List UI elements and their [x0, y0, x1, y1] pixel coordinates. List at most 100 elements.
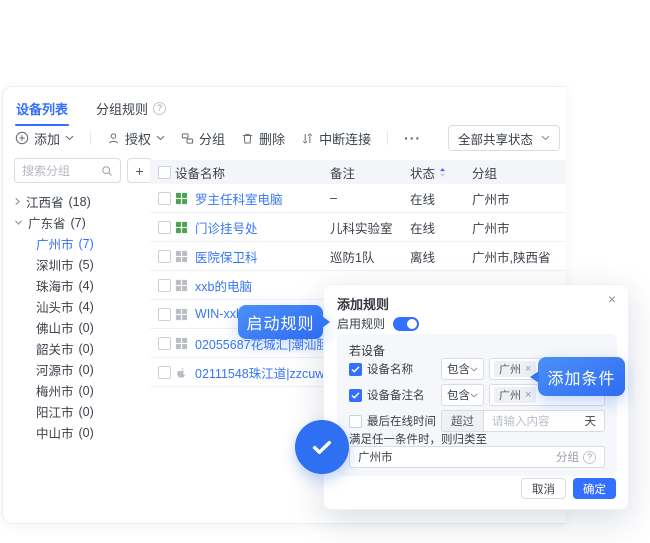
operator-select[interactable]: 包含 [441, 358, 484, 380]
condition-label: 设备名称 [367, 361, 441, 377]
chevron-down-icon [14, 219, 23, 226]
operator-segment: 超过 [442, 411, 484, 431]
device-name-link[interactable]: xxb的电脑 [195, 276, 252, 295]
sidebar-item-jiangxi[interactable]: 江西省(18) [14, 191, 144, 212]
sidebar-item-zhongshan[interactable]: 中山市(0) [14, 422, 144, 443]
row-checkbox[interactable] [158, 337, 171, 350]
delete-button-label: 删除 [259, 129, 285, 148]
device-status: 在线 [410, 213, 435, 241]
last-online-input[interactable]: 超过 请输入内容 天 [441, 410, 605, 432]
sidebar-item-shaoguan[interactable]: 韶关市(0) [14, 338, 144, 359]
help-icon: ? [153, 102, 166, 115]
condition-label: 最后在线时间 [367, 413, 441, 429]
row-checkbox[interactable] [158, 366, 171, 379]
sidebar-item-guangdong[interactable]: 广东省(7) [14, 212, 144, 233]
help-icon: ? [583, 451, 596, 464]
last-online-checkbox[interactable] [349, 415, 362, 428]
add-condition-tooltip: 添加条件 [538, 357, 625, 396]
windows-icon [175, 337, 188, 350]
add-group-button[interactable]: + [127, 158, 152, 183]
classify-label: 满足任一条件时，则归类至 [349, 431, 487, 447]
plus-circle-icon [15, 131, 29, 145]
device-note: 巡防1队 [330, 242, 374, 270]
group-tree: 江西省(18) 广东省(7) 广州市(7) 深圳市(5) 珠海市(4) 汕头市(… [14, 191, 144, 443]
share-status-filter[interactable]: 全部共享状态 [448, 125, 560, 151]
sidebar-item-guangzhou[interactable]: 广州市(7) [14, 233, 144, 254]
chevron-down-icon [470, 393, 478, 398]
device-note: – [330, 184, 337, 212]
sidebar-item-yangjiang[interactable]: 阳江市(0) [14, 401, 144, 422]
group-button-label: 分组 [199, 129, 225, 148]
table-row[interactable]: 医院保卫科 巡防1队 离线 广州市,陕西省 [150, 242, 566, 271]
table-row[interactable]: 门诊挂号处 儿科实验室 在线 广州市 [150, 213, 566, 242]
toolbar-divider [90, 131, 91, 145]
add-rule-modal: 添加规则 × 启用规则 若设备 设备名称 包含 广州× 科室电脑× [323, 284, 629, 510]
windows-icon [175, 279, 188, 292]
table-row[interactable]: 罗主任科室电脑 – 在线 广州市 [150, 184, 566, 213]
row-checkbox[interactable] [158, 192, 171, 205]
close-icon[interactable]: × [608, 291, 616, 307]
chevron-down-icon [156, 135, 165, 141]
group-search-placeholder: 搜索分组 [22, 162, 97, 179]
windows-icon [175, 192, 188, 205]
toolbar-divider [387, 131, 388, 145]
sidebar-item-foshan[interactable]: 佛山市(0) [14, 317, 144, 338]
confirm-button[interactable]: 确定 [573, 478, 616, 499]
more-icon: ··· [404, 130, 421, 146]
row-checkbox[interactable] [158, 308, 171, 321]
sidebar-item-zhuhai[interactable]: 珠海市(4) [14, 275, 144, 296]
select-all-checkbox[interactable] [158, 166, 171, 179]
enable-rule-row: 启用规则 [337, 315, 419, 332]
device-note-checkbox[interactable] [349, 389, 362, 402]
disconnect-button[interactable]: 中断连接 [301, 129, 371, 148]
device-name-link[interactable]: 门诊挂号处 [195, 218, 258, 237]
authorize-button[interactable]: 授权 [107, 129, 165, 148]
condition-last-online: 最后在线时间 超过 请输入内容 天 [349, 410, 605, 432]
row-checkbox[interactable] [158, 279, 171, 292]
sidebar-item-shantou[interactable]: 汕头市(4) [14, 296, 144, 317]
enable-rule-toggle[interactable] [393, 317, 419, 331]
authorize-button-label: 授权 [125, 129, 151, 148]
classify-group-input[interactable]: 广州市 分组 ? [349, 446, 605, 468]
share-status-filter-value: 全部共享状态 [458, 129, 533, 148]
cancel-button[interactable]: 取消 [521, 478, 566, 499]
tag-close-icon[interactable]: × [525, 389, 531, 401]
table-header: 设备名称 备注 状态 分组 [150, 160, 566, 184]
tab-group-rules[interactable]: 分组规则 ? [95, 95, 167, 126]
more-button[interactable]: ··· [404, 130, 421, 146]
chevron-right-icon [14, 197, 21, 206]
operator-select[interactable]: 包含 [441, 384, 484, 406]
sidebar-item-shenzhen[interactable]: 深圳市(5) [14, 254, 144, 275]
device-name-link[interactable]: WIN-xxb [195, 307, 243, 321]
windows-icon [175, 221, 188, 234]
check-badge [295, 420, 349, 474]
sidebar-item-heyuan[interactable]: 河源市(0) [14, 359, 144, 380]
tab-bar: 设备列表 分组规则 ? [15, 95, 167, 125]
add-button[interactable]: 添加 [15, 129, 74, 148]
page: 设备列表 分组规则 ? 添加 授权 分组 [0, 0, 650, 543]
condition-label: 设备备注名 [367, 387, 441, 403]
device-status: 在线 [410, 184, 435, 212]
rule-condition-section: 若设备 设备名称 包含 广州× 科室电脑× 设备备注名 包含 [337, 334, 617, 476]
tab-device-list[interactable]: 设备列表 [15, 95, 69, 126]
start-rule-tooltip: 启动规则 [238, 305, 323, 339]
device-name-link[interactable]: 医院保卫科 [195, 247, 258, 266]
group-search-input[interactable]: 搜索分组 [14, 158, 121, 183]
check-icon [351, 392, 360, 399]
plus-icon: + [135, 163, 143, 179]
last-online-placeholder: 请输入内容 [484, 413, 585, 429]
section-title: 若设备 [349, 342, 385, 359]
sidebar-search-row: 搜索分组 + [14, 158, 152, 183]
sidebar-item-meizhou[interactable]: 梅州市(0) [14, 380, 144, 401]
sort-icon[interactable] [439, 167, 446, 178]
chevron-down-icon [65, 135, 74, 141]
device-name-checkbox[interactable] [349, 363, 362, 376]
apple-icon [175, 366, 188, 379]
row-checkbox[interactable] [158, 250, 171, 263]
delete-button[interactable]: 删除 [241, 129, 285, 148]
device-name-link[interactable]: 罗主任科室电脑 [195, 189, 283, 208]
row-checkbox[interactable] [158, 221, 171, 234]
group-button[interactable]: 分组 [181, 129, 225, 148]
keyword-tag[interactable]: 广州× [494, 387, 536, 403]
windows-icon [175, 308, 188, 321]
